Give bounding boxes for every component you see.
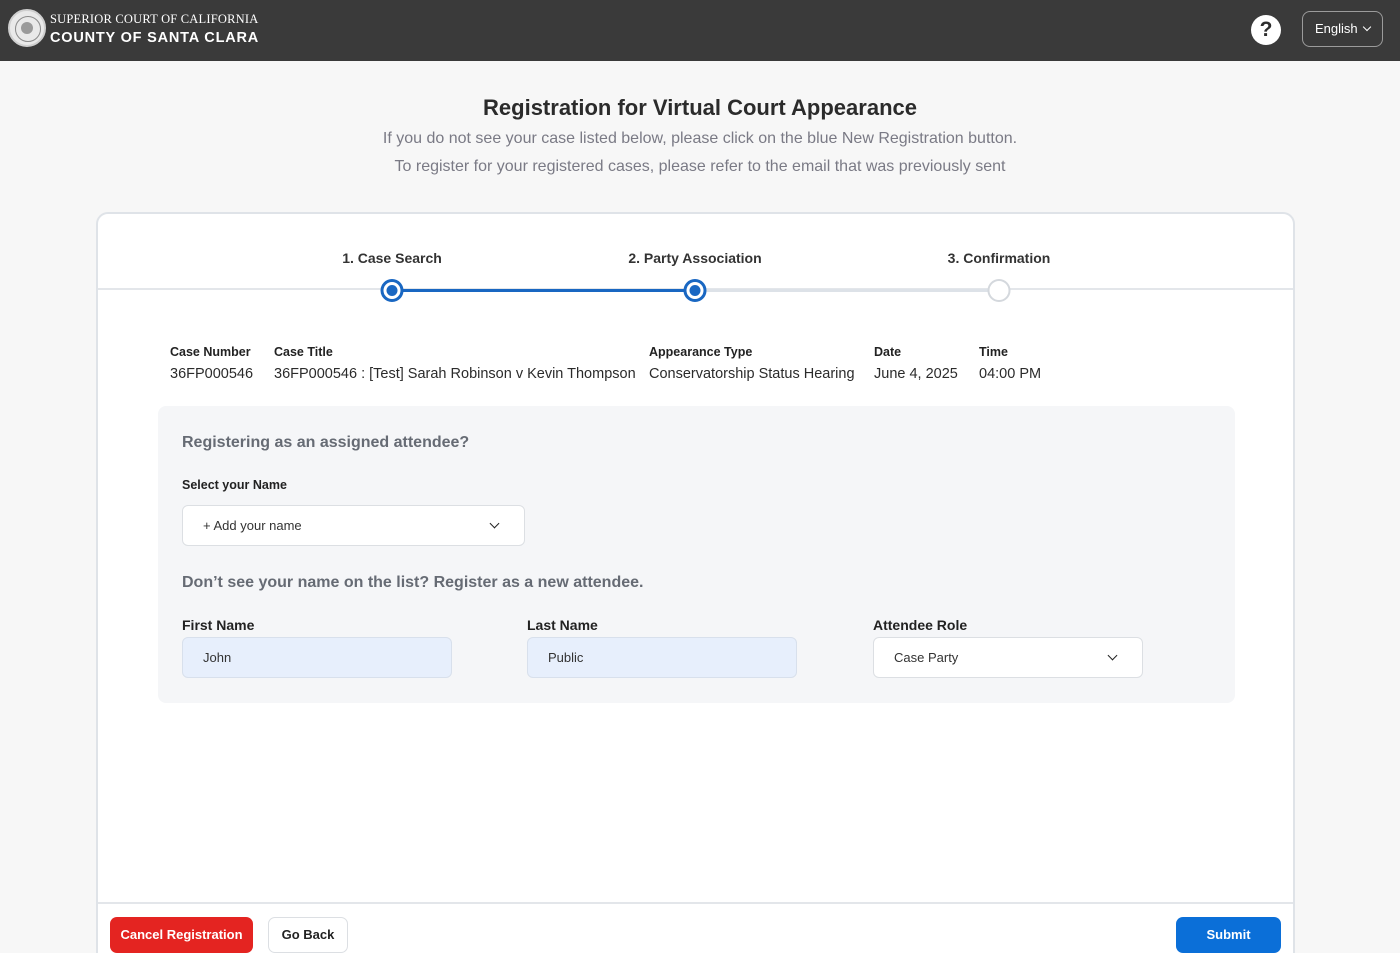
court-name-line1: SUPERIOR COURT OF CALIFORNIA — [50, 12, 259, 26]
attendee-role-value: Case Party — [894, 650, 959, 665]
step-indicator-party-association — [683, 279, 707, 302]
case-title-value: 36FP000546 : [Test] Sarah Robinson v Kev… — [274, 366, 636, 382]
select-name-label: Select your Name — [182, 478, 287, 492]
step-indicator-case-search — [380, 279, 404, 302]
page-subtitle-2: To register for your registered cases, p… — [394, 158, 1006, 175]
chevron-down-icon — [1362, 22, 1371, 32]
court-seal-icon — [8, 9, 46, 47]
first-name-input[interactable]: John — [182, 637, 452, 678]
page-title: Registration for Virtual Court Appearanc… — [483, 95, 917, 120]
appearance-type-header: Appearance Type — [649, 345, 753, 359]
case-title-header: Case Title — [274, 345, 333, 359]
last-name-label: Last Name — [527, 617, 598, 633]
select-name-value: + Add your name — [203, 518, 302, 533]
progress-track-remaining — [695, 289, 999, 292]
attendee-registration-panel: Registering as an assigned attendee? Sel… — [158, 406, 1235, 703]
chevron-down-icon — [489, 518, 500, 529]
first-name-label: First Name — [182, 617, 255, 633]
submit-button[interactable]: Submit — [1176, 917, 1281, 953]
step-label-confirmation: 3. Confirmation — [947, 250, 1051, 266]
case-number-header: Case Number — [170, 345, 251, 359]
language-label: English — [1315, 21, 1358, 36]
step-indicator-confirmation — [987, 279, 1011, 302]
cancel-registration-button[interactable]: Cancel Registration — [110, 917, 253, 953]
attendee-role-label: Attendee Role — [873, 617, 968, 633]
top-navigation-bar: SUPERIOR COURT OF CALIFORNIA COUNTY OF S… — [0, 0, 1400, 61]
assigned-attendee-heading: Registering as an assigned attendee? — [182, 434, 470, 451]
case-number-value: 36FP000546 — [170, 366, 254, 382]
footer-divider — [98, 902, 1293, 904]
court-name-line2: COUNTY OF SANTA CLARA — [50, 30, 260, 46]
step-label-case-search: 1. Case Search — [342, 250, 442, 266]
date-value: June 4, 2025 — [874, 366, 958, 382]
page-subtitle-1: If you do not see your case listed below… — [382, 130, 1018, 147]
go-back-button[interactable]: Go Back — [268, 917, 348, 953]
chevron-down-icon — [1107, 650, 1118, 661]
registration-card: 1. Case Search 2. Party Association 3. C… — [96, 212, 1295, 953]
last-name-input[interactable]: Public — [527, 637, 797, 678]
new-attendee-heading: Don’t see your name on the list? Registe… — [182, 574, 644, 591]
appearance-type-value: Conservatorship Status Hearing — [649, 366, 855, 382]
attendee-role-dropdown[interactable]: Case Party — [873, 637, 1143, 678]
language-dropdown[interactable]: English — [1302, 11, 1383, 47]
step-label-party-association: 2. Party Association — [628, 250, 762, 266]
progress-track-completed — [392, 289, 695, 292]
help-icon[interactable]: ? — [1251, 15, 1281, 45]
time-header: Time — [979, 345, 1008, 359]
select-name-dropdown[interactable]: + Add your name — [182, 505, 525, 546]
date-header: Date — [874, 345, 902, 359]
time-value: 04:00 PM — [979, 366, 1042, 382]
